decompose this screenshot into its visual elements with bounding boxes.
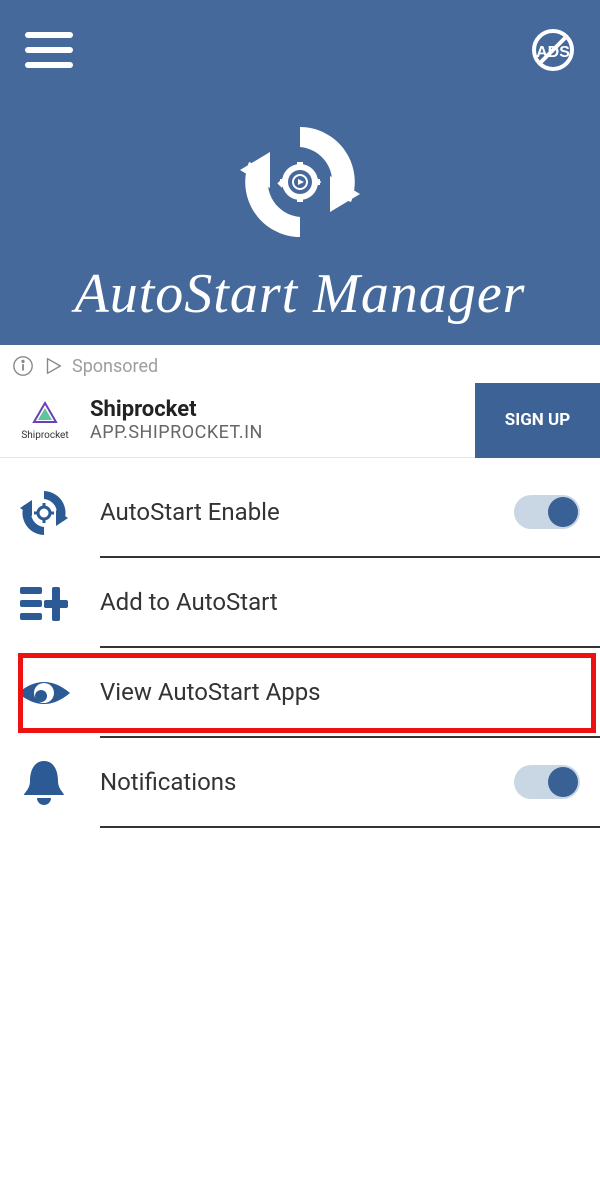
ad-brand-logo: Shiprocket <box>10 400 80 441</box>
ad-card[interactable]: Shiprocket Shiprocket APP.SHIPROCKET.IN … <box>0 383 600 458</box>
play-outline-icon[interactable] <box>42 355 64 377</box>
sponsored-label: Sponsored <box>72 356 158 377</box>
app-title: AutoStart Manager <box>0 262 600 326</box>
menu-item-add-autostart[interactable]: Add to AutoStart <box>14 558 600 648</box>
ad-text: Shiprocket APP.SHIPROCKET.IN <box>80 397 475 443</box>
info-icon[interactable] <box>12 355 34 377</box>
refresh-gear-icon <box>14 483 74 543</box>
eye-icon <box>14 663 74 723</box>
top-bar: ADS <box>0 0 600 72</box>
signup-button[interactable]: SIGN UP <box>475 383 600 458</box>
menu-icon[interactable] <box>25 32 73 68</box>
menu-label: AutoStart Enable <box>100 498 514 526</box>
shiprocket-icon <box>30 400 60 430</box>
menu-label: Notifications <box>100 768 514 796</box>
autostart-logo-icon <box>230 112 370 252</box>
menu-item-view-apps[interactable]: View AutoStart Apps <box>14 648 600 738</box>
list-add-icon <box>14 573 74 633</box>
menu-item-notifications[interactable]: Notifications <box>14 738 600 828</box>
menu-label: Add to AutoStart <box>100 588 580 616</box>
notifications-toggle[interactable] <box>514 765 580 799</box>
menu-label: View AutoStart Apps <box>100 678 580 706</box>
main-menu: AutoStart Enable Add to AutoStart <box>0 458 600 828</box>
ad-title: Shiprocket <box>90 397 475 422</box>
bell-icon <box>14 753 74 813</box>
app-header: ADS <box>0 0 600 345</box>
ad-disclosure-row: Sponsored <box>0 345 600 383</box>
ad-subtitle: APP.SHIPROCKET.IN <box>90 422 475 443</box>
no-ads-icon[interactable]: ADS <box>531 28 575 72</box>
logo-area: AutoStart Manager <box>0 112 600 326</box>
autostart-enable-toggle[interactable] <box>514 495 580 529</box>
menu-item-autostart-enable[interactable]: AutoStart Enable <box>14 468 600 558</box>
